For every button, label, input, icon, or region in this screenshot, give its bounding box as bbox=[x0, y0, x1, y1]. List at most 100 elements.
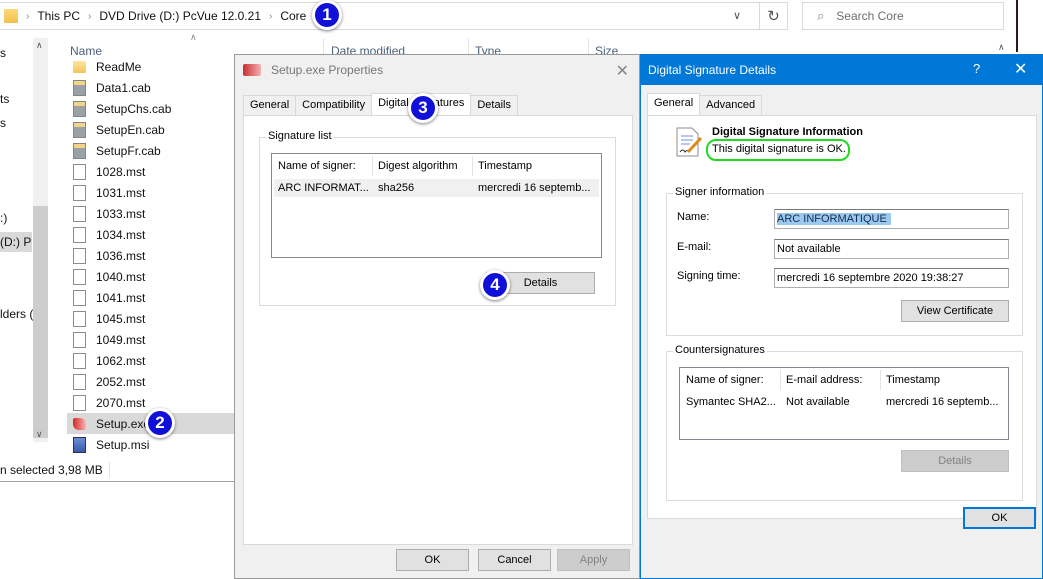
ok-button[interactable]: OK bbox=[396, 549, 469, 571]
view-certificate-button[interactable]: View Certificate bbox=[901, 300, 1009, 322]
column-header-email[interactable]: E-mail address: bbox=[786, 374, 862, 386]
file-icon bbox=[73, 394, 86, 411]
nav-pane-scrollbar[interactable]: ∧ ∨ bbox=[33, 38, 48, 442]
counter-email: Not available bbox=[786, 396, 850, 408]
file-row[interactable]: Data1.cab bbox=[67, 77, 237, 98]
folder-icon bbox=[4, 9, 18, 23]
countersignature-details-button[interactable]: Details bbox=[901, 450, 1009, 472]
nav-item[interactable]: ts bbox=[0, 92, 9, 106]
signing-time-field[interactable]: mercredi 16 septembre 2020 19:38:27 bbox=[774, 268, 1009, 288]
step-badge-2: 2 bbox=[145, 408, 175, 438]
signature-row[interactable]: ARC INFORMAT... sha256 mercredi 16 septe… bbox=[274, 179, 599, 197]
signer-name-field[interactable]: ARC INFORMATIQUE bbox=[774, 209, 1009, 229]
tab-general[interactable]: General bbox=[647, 93, 701, 115]
signature-list-label: Signature list bbox=[266, 130, 334, 142]
file-row[interactable]: 1062.mst bbox=[67, 350, 237, 371]
chevron-right-icon: › bbox=[88, 10, 92, 22]
apply-button[interactable]: Apply bbox=[557, 549, 630, 571]
file-icon bbox=[73, 331, 86, 348]
file-row[interactable]: 1036.mst bbox=[67, 245, 237, 266]
countersignatures-group: Countersignatures Name of signer: E-mail… bbox=[666, 344, 1023, 501]
file-row[interactable]: SetupFr.cab bbox=[67, 140, 237, 161]
timestamp: mercredi 16 septemb... bbox=[478, 182, 591, 194]
installer-icon bbox=[73, 436, 86, 453]
countersignature-list[interactable]: Name of signer: E-mail address: Timestam… bbox=[679, 367, 1009, 440]
column-divider[interactable] bbox=[372, 156, 373, 176]
countersignature-row[interactable]: Symantec SHA2... Not available mercredi … bbox=[682, 393, 1007, 411]
dialog-title-bar: Digital Signature Details ? ✕ bbox=[641, 55, 1042, 85]
file-list-scroll-up-icon[interactable]: ∧ bbox=[998, 42, 1005, 53]
breadcrumb-dvd-drive[interactable]: DVD Drive (D:) PcVue 12.0.21 bbox=[99, 9, 261, 23]
file-row[interactable]: 1040.mst bbox=[67, 266, 237, 287]
signature-list[interactable]: Name of signer: Digest algorithm Timesta… bbox=[271, 153, 602, 258]
file-name: 2052.mst bbox=[96, 374, 146, 389]
chevron-right-icon: › bbox=[26, 10, 30, 22]
address-history-chevron-down-icon[interactable]: ∨ bbox=[733, 9, 741, 22]
search-placeholder: Search Core bbox=[836, 9, 904, 23]
nav-item[interactable]: :) bbox=[0, 211, 7, 225]
scroll-up-icon[interactable]: ∧ bbox=[36, 40, 43, 51]
name-label: Name: bbox=[677, 211, 710, 223]
tab-details[interactable]: Details bbox=[470, 95, 518, 115]
email-field[interactable]: Not available bbox=[774, 239, 1009, 259]
file-row[interactable]: 1033.mst bbox=[67, 203, 237, 224]
address-bar[interactable]: › This PC › DVD Drive (D:) PcVue 12.0.21… bbox=[0, 2, 760, 30]
cabinet-file-icon bbox=[73, 121, 86, 138]
nav-item[interactable]: lders ( bbox=[0, 307, 33, 321]
close-button[interactable]: ✕ bbox=[1014, 59, 1027, 79]
file-row[interactable]: SetupEn.cab bbox=[67, 119, 237, 140]
nav-item[interactable]: s bbox=[0, 116, 6, 130]
tab-compatibility[interactable]: Compatibility bbox=[295, 95, 373, 115]
properties-dialog: Setup.exe Properties ✕ General Compatibi… bbox=[234, 54, 640, 579]
general-page: Digital Signature Information This digit… bbox=[647, 115, 1037, 519]
nav-item-dvd-drive[interactable]: (D:) P bbox=[0, 235, 31, 249]
column-header-signer[interactable]: Name of signer: bbox=[278, 160, 356, 172]
file-row[interactable]: ReadMe bbox=[67, 56, 237, 77]
file-name: 1041.mst bbox=[96, 290, 146, 305]
file-row[interactable]: 2052.mst bbox=[67, 371, 237, 392]
scroll-down-icon[interactable]: ∨ bbox=[36, 429, 43, 440]
signer-name-value: ARC INFORMATIQUE bbox=[777, 213, 891, 225]
column-divider[interactable] bbox=[472, 156, 473, 176]
signature-list-group: Signature list Name of signer: Digest al… bbox=[259, 130, 616, 306]
breadcrumb-this-pc[interactable]: This PC bbox=[37, 9, 80, 23]
file-row[interactable]: 1031.mst bbox=[67, 182, 237, 203]
counter-signer-name: Symantec SHA2... bbox=[686, 396, 776, 408]
file-name: 1062.mst bbox=[96, 353, 146, 368]
signature-status: This digital signature is OK. bbox=[712, 143, 846, 155]
ok-button[interactable]: OK bbox=[963, 507, 1036, 529]
column-divider[interactable] bbox=[880, 370, 881, 390]
column-header-timestamp[interactable]: Timestamp bbox=[478, 160, 532, 172]
file-row[interactable]: 1041.mst bbox=[67, 287, 237, 308]
dialog-title: Digital Signature Details bbox=[648, 63, 777, 77]
refresh-button[interactable]: ↻ bbox=[760, 2, 788, 30]
file-row[interactable]: SetupChs.cab bbox=[67, 98, 237, 119]
column-header-signer[interactable]: Name of signer: bbox=[686, 374, 764, 386]
nav-item[interactable]: s bbox=[0, 46, 6, 60]
file-row[interactable]: Setup.msi bbox=[67, 434, 237, 455]
file-icon bbox=[73, 184, 86, 201]
help-button[interactable]: ? bbox=[973, 61, 980, 76]
step-badge-3: 3 bbox=[408, 93, 438, 123]
tab-advanced[interactable]: Advanced bbox=[699, 95, 763, 115]
column-header-digest[interactable]: Digest algorithm bbox=[378, 160, 457, 172]
file-name: 1028.mst bbox=[96, 164, 146, 179]
search-input[interactable]: ⌕ Search Core bbox=[802, 2, 1004, 30]
cabinet-file-icon bbox=[73, 142, 86, 159]
close-button[interactable]: ✕ bbox=[616, 61, 629, 81]
column-header-timestamp[interactable]: Timestamp bbox=[886, 374, 940, 386]
digital-signature-details-dialog: Digital Signature Details ? ✕ General Ad… bbox=[640, 54, 1043, 579]
file-row[interactable]: 1049.mst bbox=[67, 329, 237, 350]
file-row[interactable]: 1034.mst bbox=[67, 224, 237, 245]
column-divider[interactable] bbox=[780, 370, 781, 390]
folder-icon bbox=[73, 60, 86, 73]
scrollbar-thumb[interactable] bbox=[33, 206, 48, 438]
file-icon bbox=[73, 247, 86, 264]
file-icon bbox=[73, 163, 86, 180]
file-icon bbox=[73, 268, 86, 285]
cancel-button[interactable]: Cancel bbox=[478, 549, 551, 571]
tab-general[interactable]: General bbox=[243, 95, 297, 115]
file-row[interactable]: 1045.mst bbox=[67, 308, 237, 329]
file-row[interactable]: 1028.mst bbox=[67, 161, 237, 182]
breadcrumb-core[interactable]: Core bbox=[280, 9, 306, 23]
